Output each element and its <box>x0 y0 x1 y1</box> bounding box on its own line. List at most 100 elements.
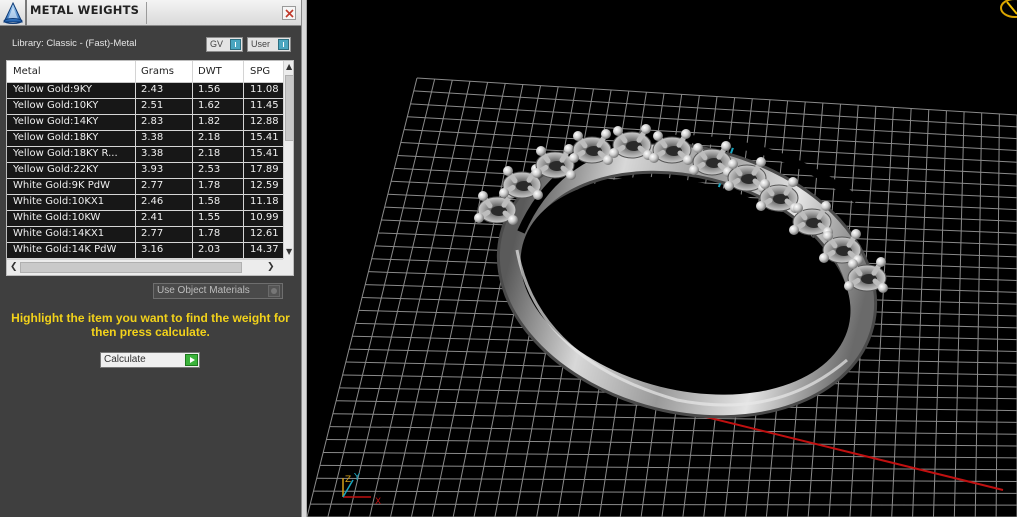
table-row[interactable]: White Gold:9K PdW 2.77 1.78 12.59 <box>7 179 283 195</box>
cell-divider <box>243 227 244 243</box>
use-object-materials-label: Use Object Materials <box>157 285 250 296</box>
play-arrow-icon[interactable] <box>185 354 198 366</box>
cell-divider <box>135 179 136 195</box>
viewport-canvas[interactable]: Z Y X <box>307 0 1017 517</box>
user-toggle-indicator-icon <box>278 39 289 50</box>
ring-model[interactable] <box>474 123 888 438</box>
cell-grams: 3.38 <box>141 132 164 143</box>
horizontal-scrollbar[interactable]: ❮ ❯ <box>7 259 293 275</box>
cell-metal: Yellow Gold:14KY <box>13 116 99 127</box>
cell-spg: 11.45 <box>250 100 279 111</box>
cell-divider <box>135 195 136 211</box>
table-row[interactable]: White Gold:10KW 2.41 1.55 10.99 <box>7 211 283 227</box>
cell-divider <box>135 147 136 163</box>
table-row[interactable]: Yellow Gold:18KY R... 3.38 2.18 15.41 <box>7 147 283 163</box>
table-header: Metal Grams DWT SPG <box>7 61 283 83</box>
cell-grams: 3.93 <box>141 164 164 175</box>
cell-divider <box>192 211 193 227</box>
cell-spg: 12.59 <box>250 180 279 191</box>
gv-toggle[interactable]: GV <box>206 37 243 52</box>
table-row[interactable]: Yellow Gold:9KY 2.43 1.56 11.08 <box>7 83 283 99</box>
table-row[interactable]: Yellow Gold:18KY 3.38 2.18 15.41 <box>7 131 283 147</box>
3d-viewport[interactable]: Z Y X <box>307 0 1017 517</box>
column-header-dwt[interactable]: DWT <box>198 66 222 77</box>
table-row[interactable]: Yellow Gold:10KY 2.51 1.62 11.45 <box>7 99 283 115</box>
cell-dwt: 2.53 <box>198 164 221 175</box>
cell-dwt: 1.78 <box>198 228 221 239</box>
table-row[interactable]: Yellow Gold:14KY 2.83 1.82 12.88 <box>7 115 283 131</box>
cell-spg: 12.88 <box>250 116 279 127</box>
panel-title-bar[interactable]: METAL WEIGHTS <box>0 0 301 26</box>
vertical-scrollbar[interactable]: ▲ ▼ <box>283 61 293 259</box>
cell-divider <box>243 83 244 99</box>
column-header-grams[interactable]: Grams <box>141 66 174 77</box>
close-button[interactable] <box>282 6 296 20</box>
cell-divider <box>135 227 136 243</box>
cell-grams: 2.83 <box>141 116 164 127</box>
cell-grams: 2.43 <box>141 84 164 95</box>
cell-divider <box>192 115 193 131</box>
vertical-scroll-thumb[interactable] <box>285 75 293 141</box>
cell-spg: 11.08 <box>250 84 279 95</box>
cell-divider <box>192 99 193 115</box>
cell-dwt: 2.18 <box>198 148 221 159</box>
cell-dwt: 2.18 <box>198 132 221 143</box>
table-row[interactable]: Yellow Gold:22KY 3.93 2.53 17.89 <box>7 163 283 179</box>
user-toggle[interactable]: User <box>247 37 291 52</box>
table-row[interactable]: White Gold:14KX1 2.77 1.78 12.61 <box>7 227 283 243</box>
x-axis-label: X <box>375 497 381 507</box>
table-body: Yellow Gold:9KY 2.43 1.56 11.08 Yellow Gold:… <box>7 83 283 259</box>
cell-divider <box>135 163 136 179</box>
cell-dwt: 1.56 <box>198 84 221 95</box>
title-separator-right <box>146 2 147 24</box>
column-header-spg[interactable]: SPG <box>250 66 270 77</box>
library-label: Library: Classic - (Fast)-Metal <box>12 38 137 49</box>
cell-divider <box>243 99 244 115</box>
cell-divider <box>243 115 244 131</box>
cell-dwt: 1.82 <box>198 116 221 127</box>
metal-weights-panel: METAL WEIGHTS Library: Classic - (Fast)-… <box>0 0 301 517</box>
cell-grams: 2.46 <box>141 196 164 207</box>
cell-divider <box>135 99 136 115</box>
cell-divider <box>243 195 244 211</box>
cell-grams: 3.38 <box>141 148 164 159</box>
calculate-button[interactable]: Calculate <box>100 352 200 368</box>
cell-divider <box>135 211 136 227</box>
table-row[interactable]: White Gold:10KX1 2.46 1.58 11.18 <box>7 195 283 211</box>
cell-metal: White Gold:10KW <box>13 212 101 223</box>
title-separator <box>25 0 27 26</box>
cell-spg: 11.18 <box>250 196 279 207</box>
cell-grams: 2.77 <box>141 228 164 239</box>
gv-toggle-label: GV <box>210 39 224 49</box>
cell-grams: 2.51 <box>141 100 164 111</box>
scroll-corner <box>283 259 293 275</box>
cell-metal: Yellow Gold:10KY <box>13 100 99 111</box>
cell-divider <box>192 179 193 195</box>
cell-spg: 10.99 <box>250 212 279 223</box>
panel-title: METAL WEIGHTS <box>30 3 140 17</box>
column-header-metal[interactable]: Metal <box>13 66 41 77</box>
view-gizmo-icon[interactable] <box>1000 0 1017 18</box>
y-axis-label: Y <box>353 472 361 483</box>
cell-metal: White Gold:14KX1 <box>13 228 105 239</box>
scroll-up-icon[interactable]: ▲ <box>286 62 292 71</box>
cell-spg: 15.41 <box>250 148 279 159</box>
scroll-right-icon[interactable]: ❯ <box>267 262 275 272</box>
use-object-materials-checkbox[interactable]: Use Object Materials <box>153 283 283 299</box>
cell-metal: Yellow Gold:9KY <box>13 84 92 95</box>
cell-metal: Yellow Gold:18KY <box>13 132 99 143</box>
cell-metal: Yellow Gold:18KY R... <box>13 148 118 159</box>
cell-spg: 17.89 <box>250 164 279 175</box>
column-divider <box>135 61 136 83</box>
checkbox-indicator-icon[interactable] <box>268 285 280 297</box>
scroll-down-icon[interactable]: ▼ <box>286 247 292 256</box>
scroll-left-icon[interactable]: ❮ <box>10 262 18 272</box>
table-row[interactable]: White Gold:14K PdW 3.16 2.03 14.37 <box>7 243 283 259</box>
cell-divider <box>192 195 193 211</box>
cell-dwt: 1.55 <box>198 212 221 223</box>
cell-divider <box>192 83 193 99</box>
cell-metal: White Gold:9K PdW <box>13 180 110 191</box>
app-logo-icon <box>3 1 23 24</box>
horizontal-scroll-thumb[interactable] <box>20 262 242 273</box>
instruction-text: Highlight the item you want to find the … <box>11 311 290 339</box>
